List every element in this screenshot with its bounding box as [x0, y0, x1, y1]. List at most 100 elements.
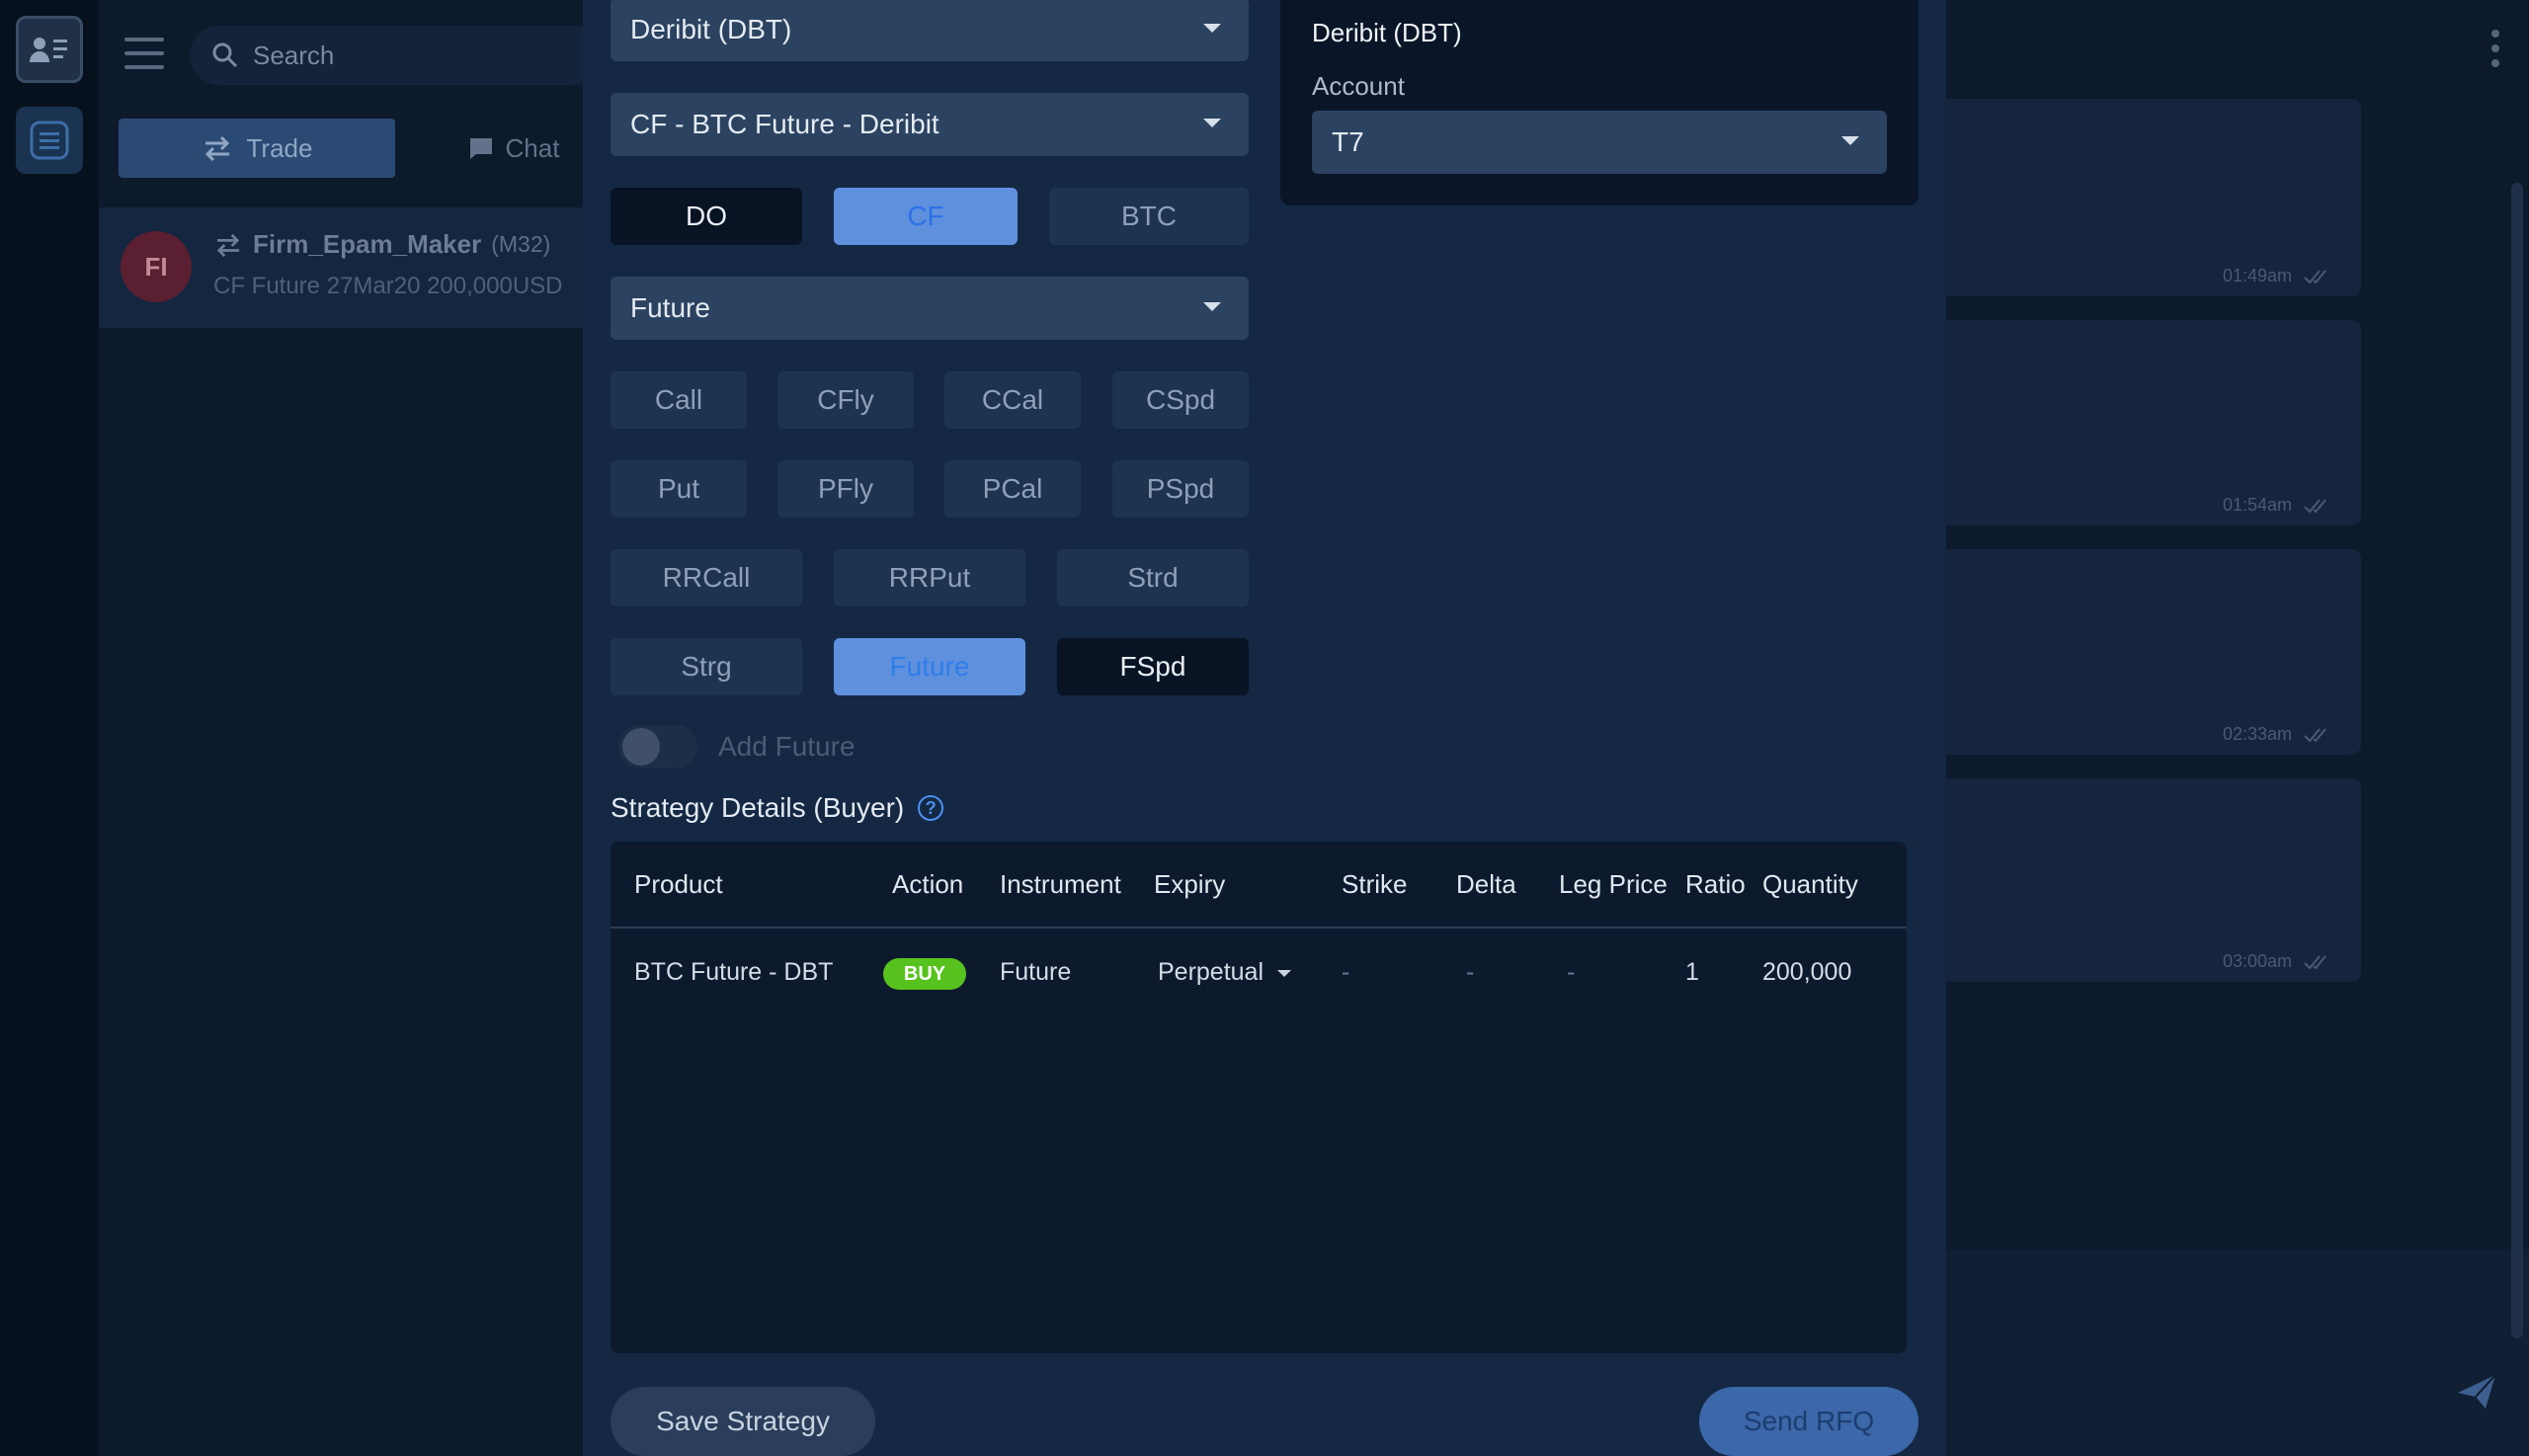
column-header: Quantity — [1762, 869, 1858, 899]
more-options-icon[interactable] — [2491, 30, 2501, 74]
strategy-button-cfly[interactable]: CFly — [777, 371, 914, 429]
cell-instrument: Future — [1000, 958, 1072, 986]
chevron-down-icon — [1841, 136, 1859, 145]
avatar: FI — [121, 231, 192, 302]
conversation-item[interactable]: FI Firm_Epam_Maker (M32) CF Future 27Mar… — [99, 207, 583, 328]
counterparty-name: Firm_Epam_Maker — [253, 229, 482, 259]
strategy-button-rrcall[interactable]: RRCall — [611, 549, 802, 607]
conversation-name: Firm_Epam_Maker (M32) — [213, 229, 550, 260]
question-circle-icon[interactable]: ? — [918, 795, 944, 821]
save-strategy-button[interactable]: Save Strategy — [611, 1387, 875, 1456]
message-time: 03:00am — [2222, 951, 2292, 971]
instrument-type-value: Future — [630, 292, 710, 323]
conversation-list-panel: Search Trade Chat FI Firm_Epam_Maker (M3… — [99, 0, 605, 1456]
search-icon — [212, 42, 238, 68]
send-icon[interactable] — [2456, 1373, 2497, 1411]
account-value: T7 — [1332, 126, 1364, 157]
message-composer[interactable] — [1946, 1250, 2529, 1456]
swap-icon — [216, 233, 240, 257]
cell-quantity[interactable]: 200,000 — [1762, 958, 1851, 987]
swap-icon — [204, 135, 229, 161]
product-select[interactable]: CF - BTC Future - Deribit — [611, 93, 1249, 156]
strategy-button-rrput[interactable]: RRPut — [834, 549, 1025, 607]
group-button-cf[interactable]: CF — [834, 188, 1018, 245]
app-rail — [0, 0, 99, 1456]
scrollbar[interactable] — [2511, 183, 2523, 1338]
column-header: Strike — [1342, 869, 1408, 899]
group-button-do[interactable]: DO — [611, 188, 802, 245]
expiry-select[interactable]: Perpetual — [1158, 958, 1292, 987]
strategy-button-future[interactable]: Future — [834, 638, 1025, 695]
menu-icon[interactable] — [124, 38, 164, 71]
chat-icon — [469, 138, 492, 159]
column-header: Delta — [1456, 869, 1516, 899]
column-header: Action — [892, 869, 964, 899]
strategy-details-heading: Strategy Details (Buyer) — [611, 792, 905, 823]
double-check-icon — [2304, 498, 2326, 513]
instrument-type-select[interactable]: Future — [611, 277, 1249, 340]
column-header: Product — [634, 869, 723, 899]
add-future-label: Add Future — [718, 731, 856, 762]
double-check-icon — [2304, 954, 2326, 969]
strategy-table: Product Action Instrument Expiry Strike … — [611, 842, 1907, 1353]
tab-chat-label: Chat — [505, 132, 560, 163]
message-time: 01:54am — [2222, 495, 2292, 515]
product-value: CF - BTC Future - Deribit — [630, 109, 939, 139]
chevron-down-icon — [1203, 119, 1221, 127]
cell-product: BTC Future - DBT — [634, 958, 834, 986]
add-future-toggle[interactable] — [618, 725, 697, 768]
tab-bar: Trade Chat — [119, 119, 632, 178]
cell-delta: - — [1466, 958, 1475, 986]
cell-strike: - — [1342, 958, 1350, 986]
conversation-preview: CF Future 27Mar20 200,000USD — [213, 273, 563, 299]
strategy-button-pcal[interactable]: PCal — [944, 460, 1081, 518]
strategy-button-ccal[interactable]: CCal — [944, 371, 1081, 429]
message-bubble: 03:00am — [1946, 778, 2361, 982]
counterparty-code: (M32) — [491, 231, 551, 257]
toggle-knob — [622, 728, 660, 766]
column-header: Leg Price — [1559, 869, 1668, 899]
chevron-down-icon — [1203, 24, 1221, 33]
contacts-icon[interactable] — [16, 16, 83, 83]
chat-area: 01:49am 01:54am 02:33am 03:00am — [1946, 0, 2529, 1456]
strategy-button-call[interactable]: Call — [611, 371, 747, 429]
strategy-details-title: Strategy Details (Buyer) ? — [611, 792, 944, 824]
message-bubble: 01:54am — [1946, 320, 2361, 526]
strategy-button-strg[interactable]: Strg — [611, 638, 802, 695]
search-placeholder: Search — [253, 40, 335, 70]
strategy-button-pfly[interactable]: PFly — [777, 460, 914, 518]
strategy-button-cspd[interactable]: CSpd — [1112, 371, 1249, 429]
exchange-select[interactable]: Deribit (DBT) — [611, 0, 1249, 61]
strategy-button-strd[interactable]: Strd — [1057, 549, 1249, 607]
message-time: 01:49am — [2222, 266, 2292, 285]
double-check-icon — [2304, 727, 2326, 742]
cell-leg-price: - — [1567, 958, 1576, 986]
tab-trade-label: Trade — [246, 132, 313, 163]
strategy-button-fspd[interactable]: FSpd — [1057, 638, 1249, 695]
send-rfq-button[interactable]: Send RFQ — [1699, 1387, 1918, 1456]
double-check-icon — [2304, 269, 2326, 283]
chevron-down-icon — [1203, 302, 1221, 311]
message-bubble: 01:49am — [1946, 99, 2361, 296]
strategy-button-pspd[interactable]: PSpd — [1112, 460, 1249, 518]
column-header: Instrument — [1000, 869, 1121, 899]
account-card: Deribit (DBT) Account T7 — [1280, 0, 1918, 205]
header-divider — [611, 927, 1907, 929]
buy-badge[interactable]: BUY — [883, 958, 966, 990]
list-icon[interactable] — [16, 107, 83, 174]
tab-trade[interactable]: Trade — [119, 119, 395, 178]
chevron-down-icon — [1277, 969, 1292, 977]
account-select[interactable]: T7 — [1312, 111, 1887, 174]
column-header: Ratio — [1685, 869, 1746, 899]
column-header: Expiry — [1154, 869, 1226, 899]
search-input[interactable]: Search — [190, 26, 605, 85]
cell-ratio[interactable]: 1 — [1685, 958, 1699, 987]
rfq-form: Deribit (DBT) CF - BTC Future - Deribit … — [583, 0, 1946, 1456]
strategy-button-put[interactable]: Put — [611, 460, 747, 518]
cell-expiry: Perpetual — [1158, 958, 1264, 986]
message-time: 02:33am — [2222, 724, 2292, 744]
group-button-btc[interactable]: BTC — [1049, 188, 1249, 245]
message-bubble: 02:33am — [1946, 549, 2361, 755]
account-card-title: Deribit (DBT) — [1312, 18, 1462, 47]
account-label: Account — [1312, 71, 1405, 101]
